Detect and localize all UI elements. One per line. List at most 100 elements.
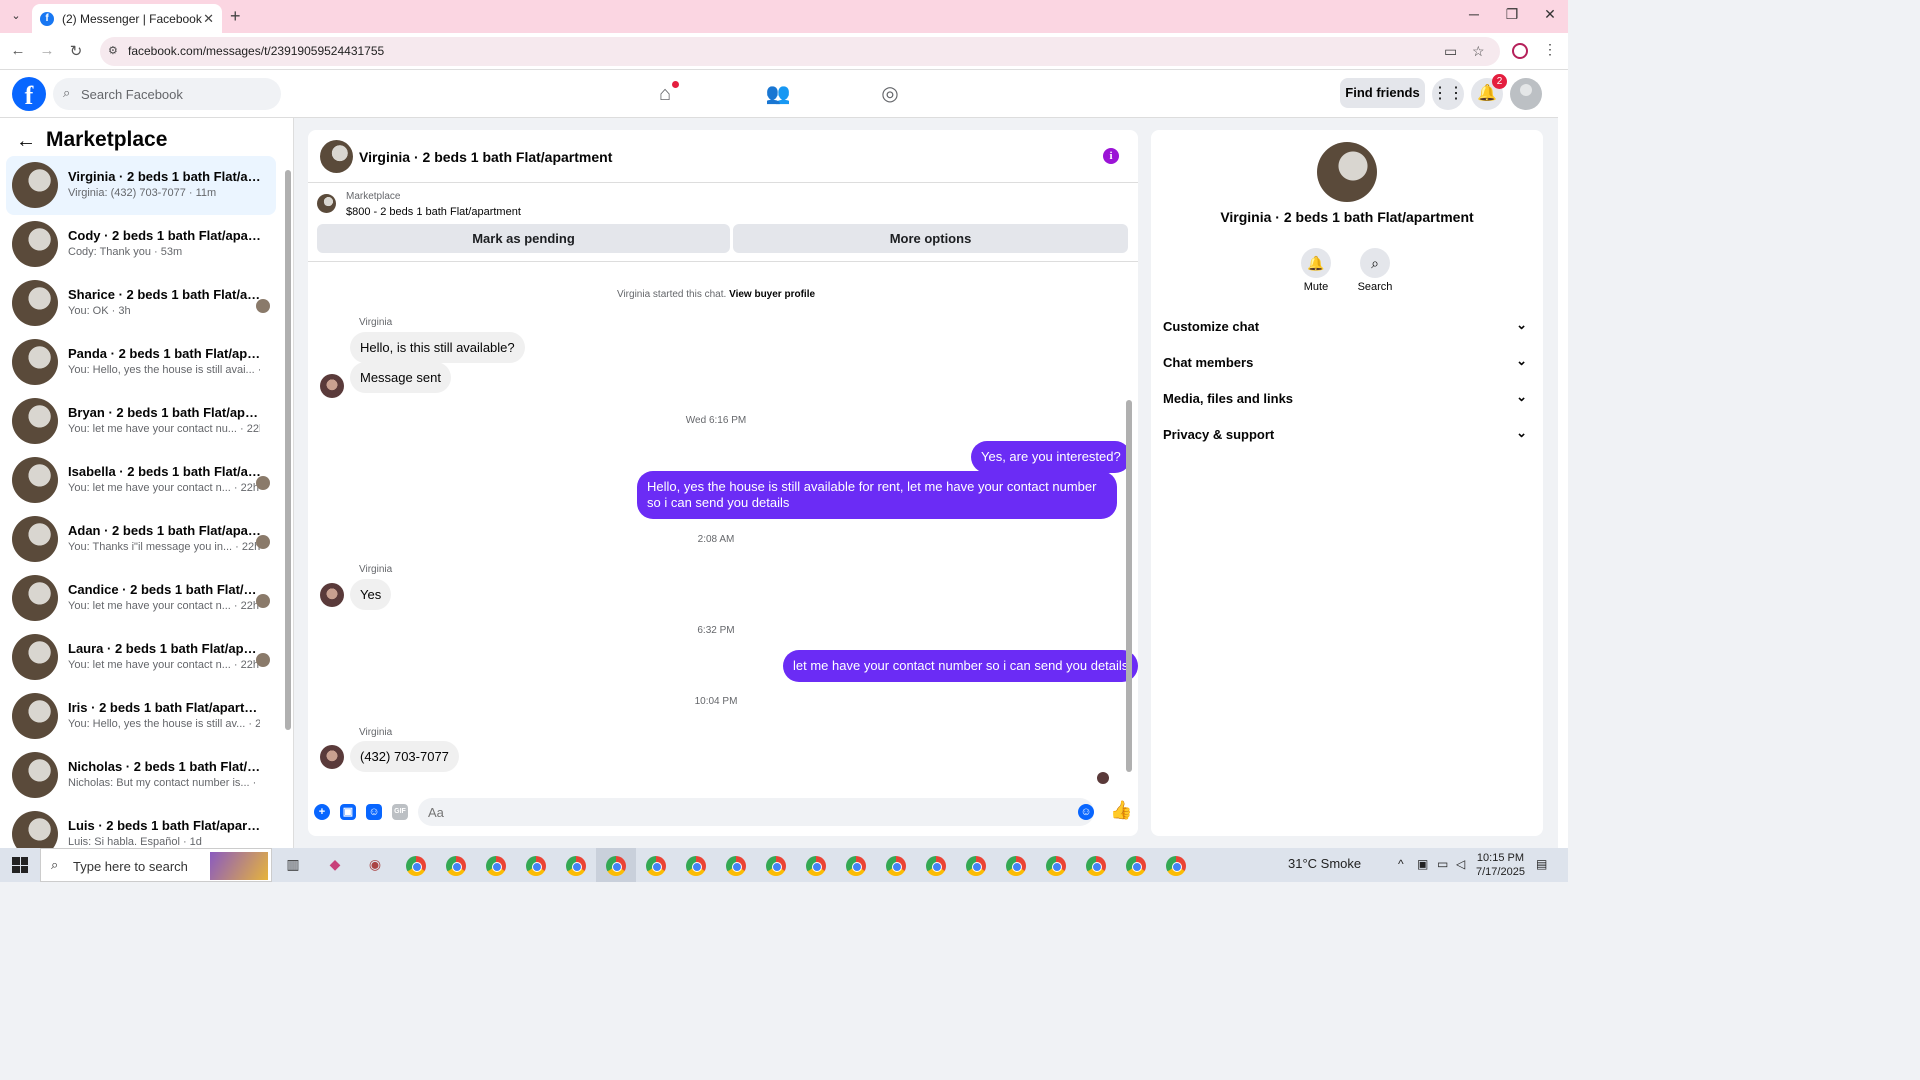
conversation-item[interactable]: Laura · 2 beds 1 bath Flat/apartment You:… — [6, 628, 276, 687]
back-arrow-icon[interactable]: ← — [16, 130, 36, 153]
customize-chat-row[interactable]: Customize chat ⌄ — [1163, 315, 1531, 339]
chrome-app-icon[interactable] — [1126, 856, 1146, 876]
chrome-app-icon[interactable] — [406, 856, 426, 876]
info-icon[interactable]: i — [1103, 148, 1119, 164]
back-button[interactable]: ← — [9, 42, 27, 59]
facebook-search-box[interactable]: ⌕ Search Facebook — [53, 78, 281, 110]
sticker-icon[interactable]: ☺ — [366, 804, 382, 820]
conversation-item[interactable]: Candice · 2 beds 1 bath Flat/apartment Yo… — [6, 569, 276, 628]
conversation-item[interactable]: Panda · 2 beds 1 bath Flat/apartment You:… — [6, 333, 276, 392]
chrome-app-icon[interactable] — [886, 856, 906, 876]
facebook-logo[interactable]: f — [12, 77, 46, 111]
chat-title[interactable]: Virginia · 2 beds 1 bath Flat/apartment — [359, 149, 612, 165]
volume-icon[interactable]: ◁ — [1456, 857, 1465, 871]
mute-bell-icon[interactable]: 🔔 — [1301, 248, 1331, 278]
notifications-icon[interactable]: ▤ — [1536, 857, 1547, 871]
restore-button[interactable]: ❐ — [1502, 6, 1522, 23]
sidebar-scroll-thumb[interactable] — [285, 170, 291, 730]
account-avatar[interactable] — [1510, 78, 1542, 110]
forward-button[interactable]: → — [38, 42, 56, 59]
task-view-icon[interactable]: ▥ — [283, 856, 303, 874]
minimize-button[interactable]: ─ — [1464, 6, 1484, 22]
outgoing-message[interactable]: let me have your contact number so i can… — [783, 650, 1138, 682]
conversation-item[interactable]: Luis · 2 beds 1 bath Flat/apartment Luis:… — [6, 805, 276, 848]
search-in-chat-icon[interactable]: ⌕ — [1360, 248, 1390, 278]
media-files-row[interactable]: Media, files and links ⌄ — [1163, 387, 1531, 411]
browser-menu-icon[interactable]: ⋮ — [1543, 41, 1557, 58]
conversation-item[interactable]: Cody · 2 beds 1 bath Flat/apartment Cody:… — [6, 215, 276, 274]
app-icon[interactable]: ◉ — [365, 856, 385, 874]
chrome-app-icon[interactable] — [806, 856, 826, 876]
photo-icon[interactable]: ▣ — [340, 804, 356, 820]
chrome-app-icon[interactable] — [486, 856, 506, 876]
chat-scroll-thumb[interactable] — [1126, 400, 1132, 772]
message-input[interactable] — [418, 798, 1094, 826]
thumbs-up-icon[interactable]: 👍 — [1110, 800, 1132, 821]
search-placeholder[interactable]: Search Facebook — [81, 87, 183, 102]
outgoing-message[interactable]: Hello, yes the house is still available … — [637, 471, 1117, 519]
close-window-button[interactable]: ✕ — [1540, 6, 1560, 23]
menu-grid-icon[interactable]: ⋮⋮ — [1432, 78, 1464, 110]
chrome-app-icon[interactable] — [1086, 856, 1106, 876]
conversation-item[interactable]: Iris · 2 beds 1 bath Flat/apartment You: … — [6, 687, 276, 746]
conversation-item[interactable]: Sharice · 2 beds 1 bath Flat/apartment Yo… — [6, 274, 276, 333]
conversation-item[interactable]: Isabella · 2 beds 1 bath Flat/apartment Y… — [6, 451, 276, 510]
page-scrollbar[interactable] — [1558, 70, 1568, 848]
search-highlight-image[interactable] — [210, 852, 268, 880]
chat-members-row[interactable]: Chat members ⌄ — [1163, 351, 1531, 375]
find-friends-button[interactable]: Find friends — [1340, 78, 1425, 108]
gif-icon[interactable]: GIF — [392, 804, 408, 820]
add-attachment-icon[interactable]: + — [314, 804, 330, 820]
more-options-button[interactable]: More options — [733, 224, 1128, 253]
outgoing-message[interactable]: Yes, are you interested? — [971, 441, 1131, 473]
site-info-icon[interactable]: ⚙ — [108, 44, 118, 57]
chat-scrollbar[interactable] — [1125, 264, 1134, 782]
incoming-message[interactable]: Hello, is this still available? — [350, 332, 525, 363]
chrome-app-icon[interactable] — [606, 856, 626, 876]
listing-thumbnail[interactable] — [317, 194, 336, 213]
sender-avatar[interactable] — [320, 745, 344, 769]
browser-tab[interactable]: f (2) Messenger | Facebook ✕ — [32, 4, 222, 33]
chat-avatar[interactable] — [320, 140, 353, 173]
chrome-app-icon[interactable] — [446, 856, 466, 876]
incoming-message[interactable]: (432) 703-7077 — [350, 741, 459, 772]
sender-avatar[interactable] — [320, 583, 344, 607]
copilot-icon[interactable]: ◆ — [325, 856, 345, 874]
taskbar-search-placeholder[interactable]: Type here to search — [73, 859, 188, 874]
sidebar-scrollbar[interactable] — [284, 158, 292, 843]
reload-button[interactable]: ↻ — [67, 42, 85, 60]
clock[interactable]: 10:15 PM 7/17/2025 — [1476, 851, 1525, 879]
tray-chevron-icon[interactable]: ^ — [1398, 857, 1404, 871]
conversation-item[interactable]: Nicholas · 2 beds 1 bath Flat/apartment N… — [6, 746, 276, 805]
incoming-message[interactable]: Message sent — [350, 362, 451, 393]
url-text[interactable]: facebook.com/messages/t/2391905952443175… — [128, 44, 384, 58]
chrome-app-icon[interactable] — [526, 856, 546, 876]
sender-avatar[interactable] — [320, 374, 344, 398]
chrome-app-icon[interactable] — [766, 856, 786, 876]
groups-icon[interactable]: ◎ — [876, 80, 904, 108]
windows-start-icon[interactable] — [12, 857, 28, 873]
friends-icon[interactable]: 👥 — [764, 80, 792, 108]
meet-icon[interactable]: ▣ — [1417, 857, 1428, 871]
view-buyer-profile-link[interactable]: View buyer profile — [729, 289, 815, 300]
chrome-app-icon[interactable] — [926, 856, 946, 876]
privacy-support-row[interactable]: Privacy & support ⌄ — [1163, 423, 1531, 447]
mark-as-pending-button[interactable]: Mark as pending — [317, 224, 730, 253]
chrome-app-icon[interactable] — [1166, 856, 1186, 876]
incoming-message[interactable]: Yes — [350, 579, 392, 610]
conversation-item[interactable]: Virginia · 2 beds 1 bath Flat/apartment V… — [6, 156, 276, 215]
chrome-app-icon[interactable] — [1046, 856, 1066, 876]
chrome-app-icon[interactable] — [846, 856, 866, 876]
chrome-app-icon[interactable] — [966, 856, 986, 876]
emoji-icon[interactable]: ☺ — [1078, 804, 1094, 820]
install-app-icon[interactable]: ▭ — [1444, 43, 1457, 60]
chrome-app-icon[interactable] — [686, 856, 706, 876]
chrome-app-icon[interactable] — [646, 856, 666, 876]
url-bar[interactable]: ⚙ facebook.com/messages/t/23919059524431… — [100, 37, 1500, 66]
chrome-app-icon[interactable] — [726, 856, 746, 876]
browser-profile-icon[interactable] — [1512, 43, 1528, 59]
conversation-item[interactable]: Bryan · 2 beds 1 bath Flat/apartment You:… — [6, 392, 276, 451]
tab-close-icon[interactable]: ✕ — [203, 11, 214, 27]
chrome-app-icon[interactable] — [1006, 856, 1026, 876]
tab-search-chevron-icon[interactable]: ⌄ — [8, 8, 24, 24]
